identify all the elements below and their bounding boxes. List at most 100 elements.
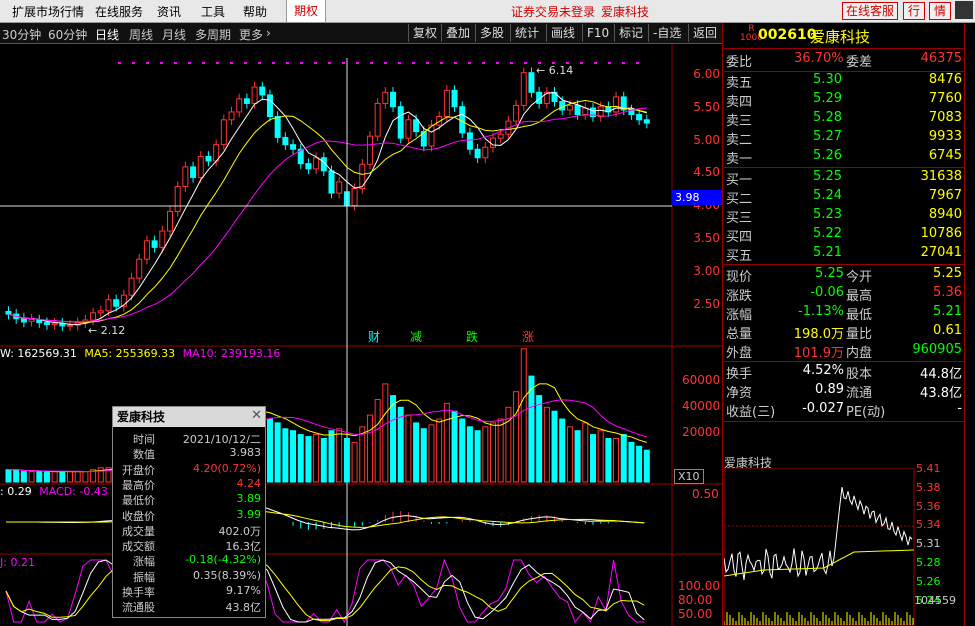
kline-chart[interactable]: ← 6.14 ← 2.12 财 减 跌 涨 60000 40000 20000 0.50 100.0…: [0, 44, 722, 626]
top-marker-dot: [426, 62, 429, 64]
period-60min[interactable]: 60分钟: [48, 26, 87, 43]
top-marker-dot: [482, 62, 485, 64]
popup-row-value: 3.99: [236, 507, 262, 521]
divider: [724, 421, 964, 422]
bids-row[interactable]: 买二 5.24 7967: [726, 188, 962, 207]
asks-price: 5.28: [813, 110, 842, 125]
candle-body: [51, 322, 58, 326]
asks-row[interactable]: 卖五 5.30 8476: [726, 72, 962, 91]
bids-volume: 10786: [920, 226, 962, 241]
period-weekly[interactable]: 周线: [129, 26, 153, 43]
bids-row[interactable]: 买五 5.21 27041: [726, 245, 962, 264]
popup-row-value: 0.35(8.39%): [192, 568, 261, 582]
volume-bar: [297, 434, 304, 483]
asks-row[interactable]: 卖一 5.26 6745: [726, 148, 962, 167]
stat-value: 5.25: [933, 266, 962, 281]
volume-bar: [266, 418, 273, 483]
period-daily[interactable]: 日线: [95, 26, 119, 43]
candle-body: [490, 137, 496, 148]
high-price-label: ← 6.14: [536, 64, 573, 77]
volume-bar: [305, 436, 312, 483]
volume-bar: [436, 418, 443, 483]
stat-value: 198.0万: [793, 327, 844, 342]
quote-button-1[interactable]: 行: [903, 2, 925, 20]
kdj-j-line: [5, 558, 645, 624]
menu-news[interactable]: 资讯: [157, 3, 181, 20]
top-marker-dot: [454, 62, 457, 64]
top-marker-dot: [216, 62, 219, 64]
event-marker: 跌: [466, 329, 478, 344]
top-marker-dot: [398, 62, 401, 64]
top-marker-dot: [510, 62, 513, 64]
period-multi[interactable]: 多周期: [195, 26, 231, 43]
candle-body: [167, 210, 173, 232]
intraday-mini-chart[interactable]: [724, 468, 916, 626]
macd-header: : 0.29 MACD: -0.43: [0, 485, 108, 498]
bids-row[interactable]: 买三 5.23 8940: [726, 207, 962, 226]
tool-fuquan[interactable]: 复权: [408, 24, 441, 42]
candle-body: [113, 299, 120, 307]
asks-label: 卖五: [726, 76, 753, 91]
volume-bar: [5, 469, 12, 483]
macd-value: MACD: -0.43: [39, 485, 108, 498]
close-icon[interactable]: ✕: [251, 408, 262, 423]
bids-row[interactable]: 买一 5.25 31638: [726, 169, 962, 188]
divider: [724, 167, 964, 168]
tool-back[interactable]: 返回: [688, 24, 721, 42]
crosshair-price-label: 3.98: [672, 190, 722, 205]
popup-row: 成交额 16.3亿: [113, 538, 263, 553]
kdj-tick-label: 80.00: [678, 593, 712, 607]
tool-mark[interactable]: 标记: [614, 24, 647, 42]
tab-futures[interactable]: 期权: [286, 0, 327, 22]
online-service-button[interactable]: 在线客服: [842, 2, 899, 20]
asks-volume: 7760: [928, 91, 962, 106]
volume-ma10: MA10: 239193.16: [182, 347, 281, 360]
tool-draw[interactable]: 画线: [546, 24, 579, 42]
weicha-label: 委差: [846, 55, 873, 70]
chevron-right-icon[interactable]: ›: [266, 26, 271, 40]
asks-row[interactable]: 卖四 5.29 7760: [726, 91, 962, 110]
tool-overlay[interactable]: 叠加: [441, 24, 474, 42]
candle-body: [290, 144, 297, 150]
bids-volume: 31638: [920, 169, 962, 184]
tool-f10[interactable]: F10: [582, 24, 613, 42]
bids-price: 5.22: [813, 226, 842, 241]
stock-name: 爱康科技: [810, 28, 871, 46]
top-marker-dot: [286, 62, 289, 64]
macd-tick-label: 0.50: [692, 487, 719, 501]
stat2-value: 44.8亿: [920, 367, 962, 382]
asks-row[interactable]: 卖二 5.27 9933: [726, 129, 962, 148]
volume-bar: [420, 428, 427, 483]
period-30min[interactable]: 30分钟: [2, 26, 41, 43]
volume-bar: [405, 414, 412, 483]
bids-row[interactable]: 买四 5.22 10786: [726, 226, 962, 245]
stat2-value: 0.89: [815, 382, 844, 397]
window-control-icon[interactable]: [955, 1, 973, 19]
stat-label: 总量: [726, 327, 753, 342]
volume-bar: [359, 426, 366, 483]
period-monthly[interactable]: 月线: [162, 26, 186, 43]
menu-online-service[interactable]: 在线服务: [95, 3, 143, 20]
menu-extended-market[interactable]: 扩展市场行情: [12, 3, 84, 20]
stat-value: 5.25: [815, 266, 844, 281]
asks-row[interactable]: 卖三 5.28 7083: [726, 110, 962, 129]
candle-body: [313, 157, 320, 170]
kline-data-popup: 爱康科技 ✕ 时间 2021/10/12/二 数值 3.983 开盘价 4.20(0…: [112, 406, 266, 618]
menu-help[interactable]: 帮助: [243, 3, 267, 20]
tool-multi-stock[interactable]: 多股: [475, 24, 508, 42]
period-more[interactable]: 更多: [239, 26, 263, 43]
tool-watchlist[interactable]: -自选: [648, 24, 685, 42]
top-marker-dot: [468, 62, 471, 64]
volume-bar: [320, 438, 327, 483]
tool-stats[interactable]: 统计: [510, 24, 543, 42]
asks-label: 卖四: [726, 95, 753, 110]
stat-label: 现价: [726, 270, 753, 285]
popup-row-label: 成交量: [122, 524, 155, 538]
price-tick-label: 5.50: [693, 99, 720, 114]
menu-tools[interactable]: 工具: [201, 3, 225, 20]
candle-body: [574, 104, 581, 116]
quote-button-2[interactable]: 情: [929, 2, 951, 20]
candle-body: [5, 311, 12, 315]
volume-bar: [13, 469, 20, 483]
candle-body: [228, 111, 235, 121]
